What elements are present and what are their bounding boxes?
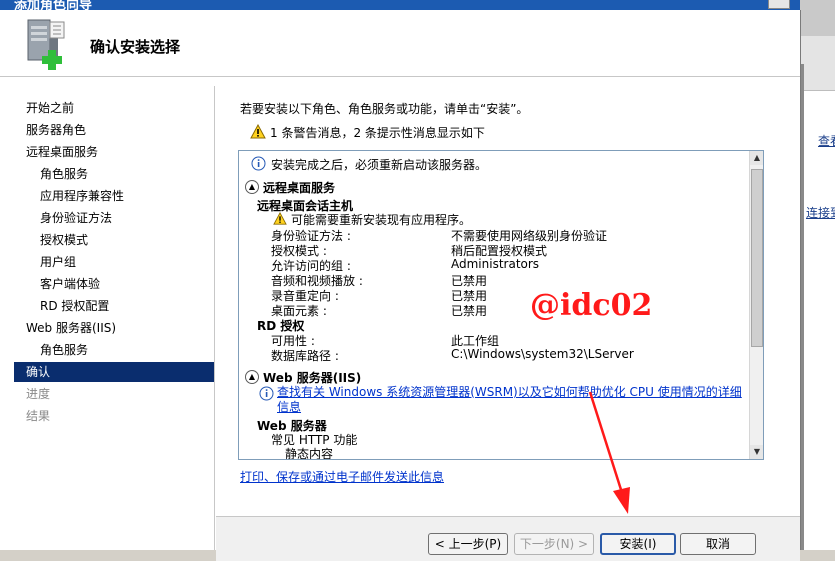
scroll-thumb[interactable] [751, 169, 763, 347]
property-value: C:\Windows\system32\LServer [451, 347, 634, 361]
cancel-button[interactable]: 取消 [680, 533, 756, 555]
confirmation-pane: 若要安装以下角色、角色服务或功能，请单击“安装”。 1 条警告消息，2 条提示性… [216, 86, 800, 516]
nav-step[interactable]: 开始之前 [14, 98, 214, 118]
background-link-view[interactable]: 查看 [818, 132, 835, 149]
nav-step[interactable]: 授权模式 [14, 230, 214, 250]
nav-step[interactable]: 客户端体验 [14, 274, 214, 294]
nav-step[interactable]: 角色服务 [14, 340, 214, 360]
section-iis-title: Web 服务器(IIS) [263, 371, 362, 385]
background-header [800, 36, 835, 91]
nav-step[interactable]: 应用程序兼容性 [14, 186, 214, 206]
next-button[interactable]: 下一步(N) > [514, 533, 594, 555]
section-rds-title: 远程桌面服务 [263, 181, 336, 195]
nav-step[interactable]: RD 授权配置 [14, 296, 214, 316]
nav-step[interactable]: 角色服务 [14, 164, 214, 184]
nav-step[interactable]: 用户组 [14, 252, 214, 272]
window-close-button[interactable] [768, 0, 790, 9]
add-roles-wizard: 确认安装选择 开始之前 服务器角色 远程桌面服务 角色服务 应用程序兼容性 身份验证方法授… [0, 10, 801, 561]
nav-step[interactable]: 结果 [14, 406, 214, 426]
installation-summary-list[interactable]: 安装完成之后，必须重新启动该服务器。 ▲ 远程桌面服务 远程桌面会话主机 可能需… [238, 150, 764, 460]
install-button[interactable]: 安装(I) [600, 533, 676, 555]
server-add-icon [27, 19, 65, 70]
rdsh-warning-text: 可能需要重新安装现有应用程序。 [291, 213, 472, 227]
nav-step[interactable]: 确认 [14, 362, 214, 382]
window-title: 添加角色向导 [14, 0, 93, 10]
warning-summary-text: 1 条警告消息，2 条提示性消息显示如下 [270, 126, 485, 140]
background-toolbar [800, 0, 835, 36]
nav-step[interactable]: 远程桌面服务 [14, 142, 214, 162]
print-save-email-link[interactable]: 打印、保存或通过电子邮件发送此信息 [240, 468, 444, 485]
nav-step[interactable]: 进度 [14, 384, 214, 404]
collapse-iis-icon[interactable]: ▲ [245, 370, 259, 384]
info-icon [259, 386, 274, 401]
property-key: 数据库路径 : [271, 349, 339, 363]
wsrm-info-link[interactable]: 查找有关 Windows 系统资源管理器(WSRM)以及它如何帮助优化 CPU … [277, 385, 747, 415]
nav-step[interactable]: Web 服务器(IIS) [14, 318, 214, 338]
summary-scrollbar[interactable]: ▲ ▼ [749, 151, 763, 459]
info-icon [251, 156, 266, 171]
window-titlebar: 添加角色向导 [0, 0, 800, 10]
nav-step[interactable]: 服务器角色 [14, 120, 214, 140]
restart-info-text: 安装完成之后，必须重新启动该服务器。 [271, 158, 488, 172]
background-window [800, 0, 835, 550]
property-value: 已禁用 [451, 304, 488, 318]
wizard-footer: < 上一步(P) 下一步(N) > 安装(I) 取消 [216, 516, 800, 561]
page-title: 确认安装选择 [90, 38, 181, 56]
warning-icon [273, 212, 287, 225]
intro-text: 若要安装以下角色、角色服务或功能，请单击“安装”。 [240, 102, 529, 116]
scroll-up-icon[interactable]: ▲ [750, 151, 763, 165]
previous-button[interactable]: < 上一步(P) [428, 533, 508, 555]
collapse-rds-icon[interactable]: ▲ [245, 180, 259, 194]
wizard-steps-nav: 开始之前 服务器角色 远程桌面服务 角色服务 应用程序兼容性 身份验证方法 授权模式 用户组客… [14, 86, 215, 550]
watermark-text: @idc02 [530, 288, 653, 323]
property-value: Administrators [451, 257, 540, 271]
background-link-connect[interactable]: 连接到 [806, 204, 835, 221]
nav-step[interactable]: 身份验证方法 [14, 208, 214, 228]
warning-icon [250, 124, 266, 139]
scroll-down-icon[interactable]: ▼ [750, 445, 763, 459]
wizard-header: 确认安装选择 [0, 10, 800, 77]
iis-static-content: 静态内容 [285, 447, 334, 460]
